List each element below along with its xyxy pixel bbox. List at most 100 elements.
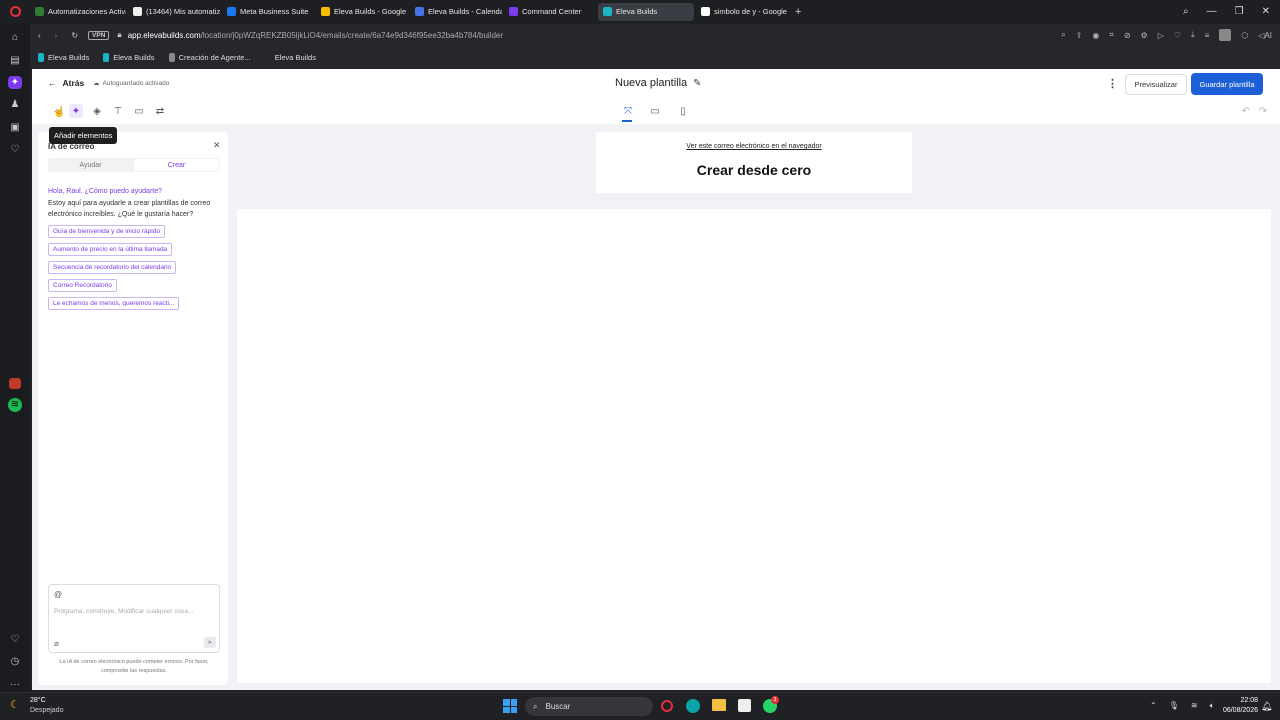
camera-icon[interactable]: ◉ (1092, 31, 1099, 40)
history-icon[interactable]: ◷ (8, 655, 22, 668)
url-host[interactable]: app.elevabuilds.com (128, 31, 201, 40)
opera-logo-icon[interactable] (0, 0, 30, 23)
search-tabs-icon[interactable]: ⌕ (1183, 6, 1189, 17)
browser-tab[interactable]: Eleva Builds - Google Drive (316, 3, 408, 21)
news-icon[interactable]: ▤ (8, 53, 22, 66)
minimize-icon[interactable]: — (1207, 6, 1217, 17)
mic-icon[interactable]: 🎙︎ (1169, 701, 1179, 711)
bookmark-heart-icon[interactable]: ♡ (1174, 31, 1181, 40)
edge-taskbar-icon[interactable] (686, 699, 700, 713)
wallet-icon[interactable]: ▣ (8, 121, 22, 134)
browser-tab[interactable]: (13464) Mis automatizacio (128, 3, 220, 21)
restore-icon[interactable]: ❐ (1235, 6, 1244, 17)
bookmark-item[interactable]: Creación de Agente... (168, 52, 251, 62)
prompt-box[interactable]: @ Programa, construye, Modificar cualqui… (48, 584, 220, 653)
menu-icon[interactable]: ≡ (1205, 31, 1210, 40)
browser-tab[interactable]: simbolo de y - Google Se (696, 3, 788, 21)
heart-icon[interactable]: ♡ (8, 143, 22, 156)
redo-icon[interactable]: ↷ (1256, 104, 1270, 118)
wifi-icon[interactable]: ≋ (1191, 701, 1198, 711)
undo-icon[interactable]: ↶ (1239, 104, 1253, 118)
bookmark-label: Eleva Builds (274, 52, 316, 62)
suggestion-chip[interactable]: Aumento de precio en la última llamada (48, 243, 173, 256)
new-tab-button[interactable]: + (790, 3, 806, 21)
browser-tab[interactable]: Eleva Builds (598, 2, 694, 21)
email-body-area[interactable] (237, 209, 1271, 683)
url-path[interactable]: /location/j0pWZqREKZB05ljkLiO4/emails/cr… (201, 31, 503, 40)
store-icon[interactable] (738, 699, 751, 712)
spotify-icon[interactable]: ≋ (8, 398, 22, 412)
save-icon[interactable]: ▭ (132, 104, 146, 118)
vpn-badge[interactable]: VPN (88, 30, 110, 40)
opera-taskbar-icon[interactable] (661, 700, 673, 712)
browser-tab[interactable]: Automatizaciones Activas (30, 3, 126, 21)
swap-icon[interactable]: ⇄ (153, 104, 167, 118)
forward-nav-icon[interactable]: › (55, 31, 58, 40)
notifications-icon[interactable]: 🔔︎ (1261, 701, 1272, 712)
more-options-icon[interactable]: ⋮ (1107, 77, 1118, 90)
save-template-button[interactable]: Guardar plantilla (1191, 73, 1263, 95)
email-header-block[interactable]: Ver este correo electrónico en el navega… (596, 132, 912, 193)
chevron-up-icon[interactable]: ⌃ (1150, 701, 1157, 711)
taskbar-search[interactable]: ⌕ Buscar (525, 697, 653, 716)
tab-favicon-icon (321, 7, 330, 16)
home-icon[interactable]: ⌂ (8, 31, 22, 44)
preview-button[interactable]: Previsualizar (1125, 74, 1187, 95)
paint-roller-icon[interactable]: ⊤ (111, 104, 125, 118)
layers-icon[interactable]: ◈ (90, 104, 104, 118)
back-button[interactable]: ← Atrás (48, 78, 84, 88)
browser-tab[interactable]: Eleva Builds - Calendar - S (410, 3, 502, 21)
browser-tab[interactable]: Meta Business Suite (222, 3, 314, 21)
ai-sparkle-icon[interactable]: ✦ (69, 104, 83, 118)
adblock-icon[interactable]: ⊘ (1124, 31, 1131, 40)
suggestion-chip[interactable]: Le echamos de menos, queremos reacti... (48, 297, 180, 310)
favorites-icon[interactable]: ♡ (8, 633, 22, 646)
ai-button[interactable]: ◁AI (1258, 31, 1272, 40)
reload-icon[interactable]: ↻ (71, 31, 78, 40)
suggestion-chip[interactable]: Correo Recordatorio (48, 279, 117, 292)
mobile-view-icon[interactable]: ▯ (676, 104, 690, 118)
tab-help[interactable]: Ayudar (48, 158, 133, 172)
notification-badge: 3 (771, 696, 779, 704)
back-nav-icon[interactable]: ‹ (38, 31, 41, 40)
more-icon[interactable]: ··· (8, 678, 22, 691)
mention-icon[interactable]: @ (54, 590, 62, 599)
bookmark-item[interactable]: Eleva Builds (103, 52, 155, 62)
workspace-icon[interactable]: ♟ (8, 98, 22, 111)
browser-tab[interactable]: Command Center (504, 3, 596, 21)
view-in-browser-link[interactable]: Ver este correo electrónico en el navega… (596, 143, 912, 150)
file-explorer-icon[interactable] (712, 699, 726, 711)
attach-icon[interactable]: ⌀ (54, 639, 59, 648)
play-icon[interactable]: ▷ (1158, 31, 1164, 40)
cube-icon[interactable]: ⬡ (1241, 31, 1248, 40)
share-icon[interactable]: ⇪ (1076, 31, 1083, 40)
suggestion-chip[interactable]: Guía de bienvenida y de inicio rápido (48, 225, 165, 238)
bookmark-item[interactable]: Eleva Builds (265, 53, 316, 62)
email-heading[interactable]: Crear desde cero (596, 162, 912, 178)
clock-time[interactable]: 22:08 (1218, 697, 1258, 704)
suggestion-chip[interactable]: Secuencia de recordatorio del calendario (48, 261, 177, 274)
prompt-input[interactable]: Programa, construye, Modificar cualquier… (54, 608, 193, 615)
bookmark-item[interactable]: Eleva Builds (38, 52, 89, 62)
screenshot-icon[interactable]: ⌗ (1109, 30, 1114, 40)
clock-date[interactable]: 06/08/2026 (1212, 707, 1258, 714)
pencil-icon[interactable]: ✎ (693, 78, 701, 89)
windows-start-icon[interactable] (503, 699, 517, 713)
download-icon[interactable]: ⤓ (1191, 30, 1195, 40)
template-title-text[interactable]: Nueva plantilla (615, 77, 687, 89)
extension-icon[interactable]: ⚙ (1141, 31, 1148, 40)
aria-icon[interactable]: ✦ (8, 75, 22, 90)
bookmark-favicon-icon (38, 52, 44, 62)
desktop-view-icon[interactable]: ▭ (648, 104, 662, 118)
send-icon[interactable]: ➤ (204, 637, 216, 648)
profile-avatar[interactable] (1219, 29, 1232, 41)
responsive-view-icon[interactable]: ⤧ (621, 104, 635, 118)
weather-temp[interactable]: 28°C (30, 697, 46, 704)
tab-create[interactable]: Crear (134, 159, 219, 171)
close-panel-icon[interactable]: ✕ (213, 140, 221, 151)
close-window-icon[interactable]: ✕ (1262, 6, 1270, 17)
zoom-icon[interactable]: ⌕ (1061, 30, 1065, 40)
weather-desc[interactable]: Despejado (30, 707, 63, 714)
app-icon[interactable] (9, 377, 21, 390)
suggestion-list: Guía de bienvenida y de inicio rápido Aum… (48, 225, 220, 315)
